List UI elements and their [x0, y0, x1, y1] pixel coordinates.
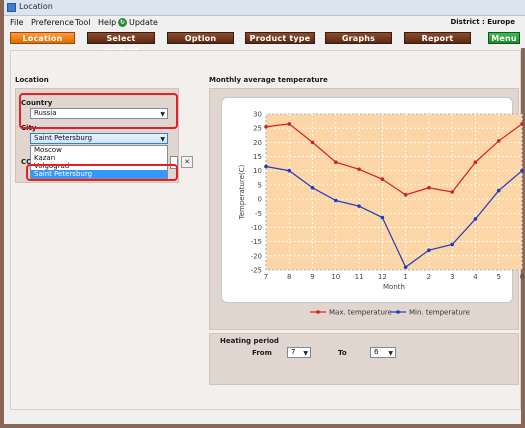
data-point [334, 198, 338, 203]
y-tick-label: -15 [251, 238, 262, 246]
city-option-highlight [26, 164, 178, 181]
city-option-kazan[interactable]: Kazan [31, 154, 167, 162]
x-icon: ✕ [184, 158, 190, 166]
menu-file[interactable]: File [10, 18, 23, 27]
y-tick-label: 0 [258, 196, 262, 204]
data-point [427, 185, 431, 190]
nav-select-product-button[interactable]: Select product [87, 32, 155, 55]
data-point [380, 177, 385, 182]
x-tick-label: 2 [427, 273, 431, 281]
y-tick-label: 30 [253, 111, 262, 119]
data-point [473, 160, 478, 165]
data-point [287, 168, 292, 173]
data-point [496, 139, 501, 143]
from-select[interactable]: 7 ▼ [287, 347, 311, 358]
x-tick-label: 5 [496, 273, 500, 281]
y-tick-label: 10 [253, 167, 262, 175]
x-tick-label: 10 [331, 273, 340, 281]
to-select[interactable]: 6 ▼ [370, 347, 396, 358]
data-point [264, 124, 268, 129]
y-tick-label: -20 [251, 252, 262, 260]
data-point [520, 168, 524, 173]
legend-label-0: Max. temperature [329, 309, 392, 317]
x-tick-label: 3 [450, 273, 454, 281]
nav-bar: Location Select product Option Product t… [4, 30, 525, 55]
data-point [357, 204, 361, 208]
menu-bar: File Preference Tool Help ↻ Update Distr… [4, 16, 525, 30]
legend-label-1: Min. temperature [409, 309, 470, 317]
city-option-moscow[interactable]: Moscow [31, 146, 167, 154]
heating-period-title: Heating period [220, 337, 279, 345]
x-tick-label: 12 [378, 273, 387, 281]
x-tick-label: 9 [310, 273, 314, 281]
legend-marker-1 [396, 310, 400, 314]
data-point [450, 190, 454, 194]
data-point [427, 248, 431, 252]
temperature-chart: 30 25 20 15 10 5 0 -5 -10 -15 -20 -25 7 8 9 10 11 12 1 2 3 4 5… [221, 97, 525, 317]
data-point [310, 185, 315, 190]
menu-tool[interactable]: Tool [75, 18, 91, 27]
y-tick-label: 20 [253, 139, 262, 147]
data-point [520, 122, 524, 126]
from-label: From [252, 349, 272, 357]
data-point [357, 167, 361, 172]
x-axis-label: Month [383, 283, 405, 291]
chevron-down-icon: ▼ [388, 350, 393, 357]
x-tick-label: 11 [355, 273, 364, 281]
chevron-down-icon: ▼ [160, 136, 165, 143]
nav-location-button[interactable]: Location [10, 32, 75, 44]
city-value: Saint Petersburg [34, 134, 93, 142]
menu-help[interactable]: Help [98, 18, 116, 27]
data-point [473, 217, 478, 221]
menu-button[interactable]: Menu [488, 32, 520, 44]
update-icon[interactable]: ↻ [118, 18, 127, 27]
nav-option-button[interactable]: Option [167, 32, 234, 44]
y-tick-label: -10 [251, 224, 262, 232]
data-point [496, 188, 501, 193]
data-point [334, 160, 338, 165]
city-select[interactable]: Saint Petersburg ▼ [30, 133, 168, 144]
data-point [287, 122, 292, 126]
application-window: Location File Preference Tool Help ↻ Upd… [0, 0, 525, 428]
legend-marker-0 [316, 310, 320, 314]
from-value: 7 [291, 348, 296, 356]
x-tick-label: 4 [473, 273, 478, 281]
to-label: To [338, 349, 347, 357]
data-point [450, 242, 454, 247]
y-tick-label: -5 [255, 210, 262, 218]
plot-area [265, 113, 523, 271]
country-highlight [19, 93, 178, 129]
clear-button[interactable]: ✕ [181, 156, 193, 168]
menu-preference[interactable]: Preference [31, 18, 74, 27]
nav-product-type-button[interactable]: Product type [245, 32, 315, 44]
data-point [403, 193, 408, 197]
x-tick-label: 1 [403, 273, 407, 281]
location-section-title: Location [15, 76, 49, 84]
data-point [264, 164, 268, 169]
x-tick-label: 7 [264, 273, 268, 281]
temperature-chart-svg: 302520151050-5-10-15-20-257 8 9 10 11 12 1 2 3 4 5… [238, 111, 525, 317]
title-bar: Location [4, 0, 525, 16]
y-tick-label: 15 [253, 153, 262, 161]
y-tick-label: -25 [251, 267, 262, 275]
y-tick-label: 5 [258, 181, 262, 189]
district-label: District : Europe [450, 18, 515, 26]
chart-section-title: Monthly average temperature [209, 76, 328, 84]
window-title: Location [19, 2, 53, 11]
y-tick-label: 25 [253, 125, 262, 133]
y-axis-label: Temperature(C) [238, 164, 246, 220]
x-tick-label: 6 [520, 273, 525, 281]
data-point [380, 215, 385, 220]
data-point [403, 265, 408, 269]
menu-update[interactable]: Update [129, 18, 158, 27]
chevron-down-icon: ▼ [303, 350, 308, 357]
to-value: 6 [374, 348, 379, 356]
nav-graphs-button[interactable]: Graphs [325, 32, 392, 44]
x-tick-label: 8 [287, 273, 291, 281]
nav-report-button[interactable]: Report [404, 32, 471, 44]
app-icon [7, 3, 16, 12]
data-point [310, 140, 315, 145]
heating-period-panel: Heating period From 7 ▼ To 6 ▼ [209, 333, 519, 385]
